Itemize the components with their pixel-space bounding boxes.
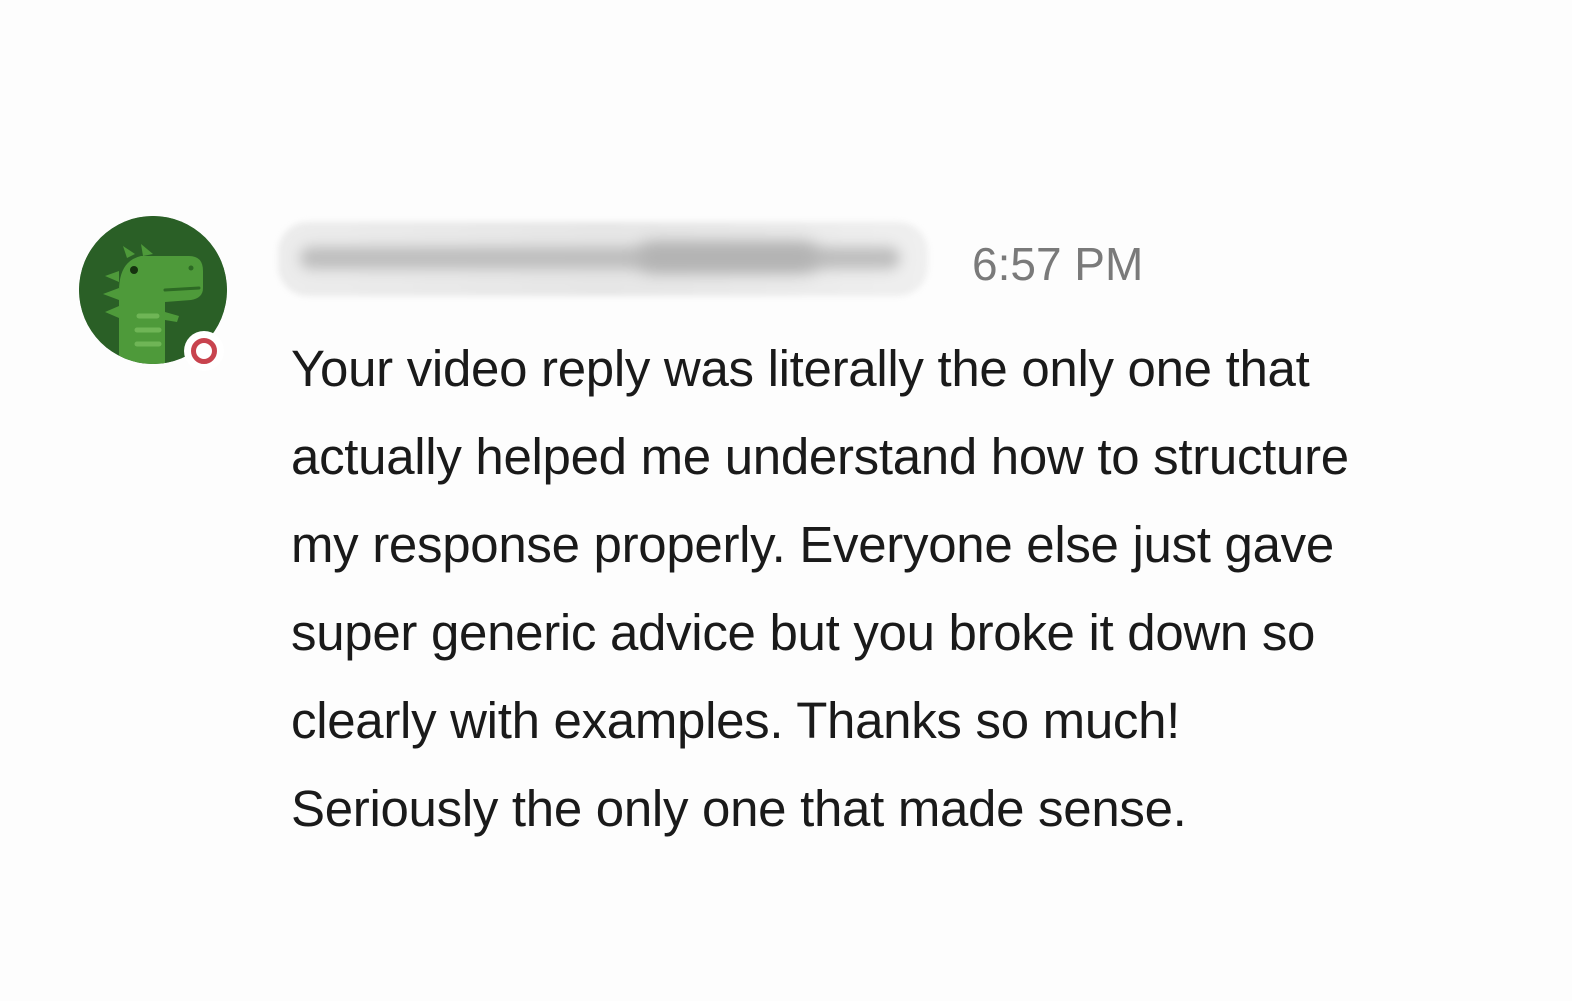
message-body-line: super generic advice but you broke it do…	[291, 604, 1316, 661]
message-body-line: actually helped me understand how to str…	[291, 428, 1349, 485]
sender-name-redacted[interactable]	[278, 222, 928, 296]
message-body-line: Seriously the only one that made sense.	[291, 780, 1187, 837]
chat-message: 6:57 PM Your video reply was literally t…	[0, 0, 1572, 1001]
avatar-container[interactable]	[79, 216, 227, 371]
message-body-line: clearly with examples. Thanks so much!	[291, 692, 1181, 749]
message-body: Your video reply was literally the only …	[291, 325, 1441, 853]
message-body-line: my response properly. Everyone else just…	[291, 516, 1334, 573]
message-body-line: Your video reply was literally the only …	[291, 340, 1310, 397]
message-timestamp[interactable]: 6:57 PM	[972, 238, 1143, 290]
redaction-blur	[638, 242, 818, 272]
presence-status-icon	[184, 331, 224, 371]
